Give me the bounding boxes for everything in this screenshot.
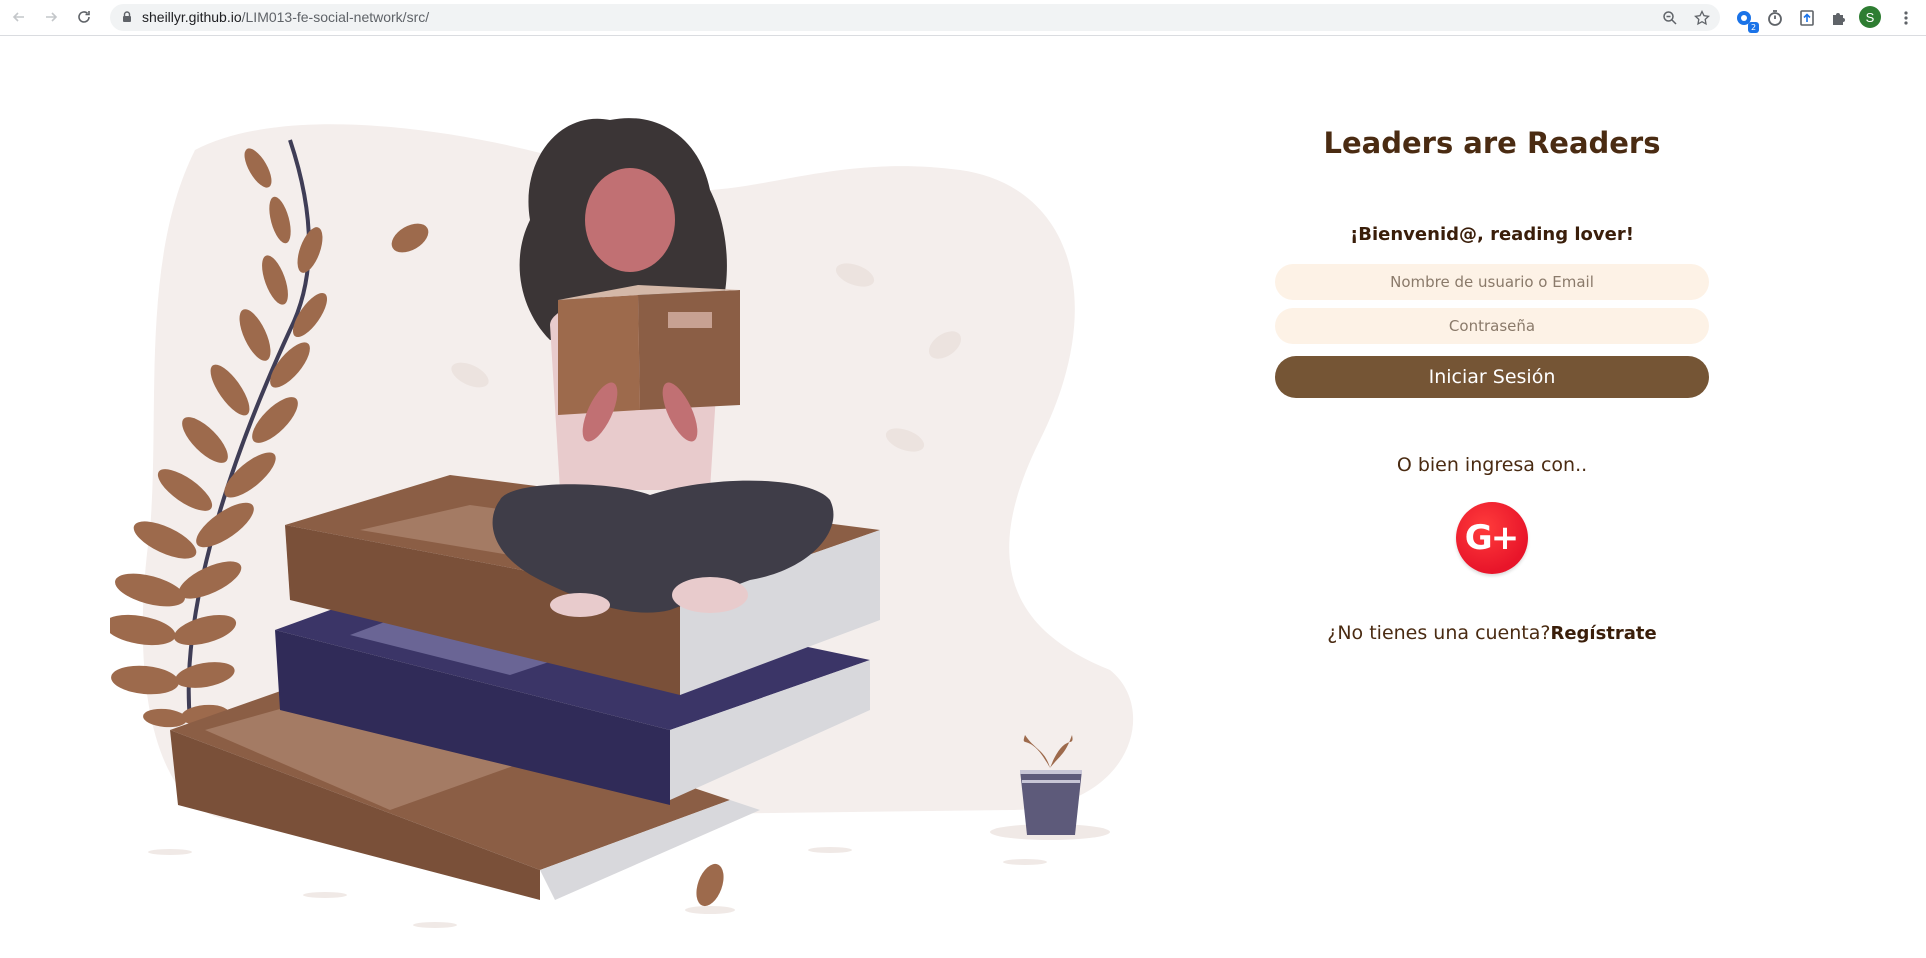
reload-icon xyxy=(78,11,90,23)
browser-toolbar: sheillyr.github.io/LIM013-fe-social-netw… xyxy=(0,0,1926,36)
shadow-dot xyxy=(1003,859,1047,865)
google-plus-icon: G+ xyxy=(1464,518,1519,558)
profile-avatar[interactable]: S xyxy=(1859,6,1881,28)
signup-link[interactable]: Regístrate xyxy=(1550,623,1656,644)
signup-row: ¿No tienes una cuenta?Regístrate xyxy=(1275,622,1709,644)
forward-button[interactable] xyxy=(40,6,62,28)
bookmark-button[interactable] xyxy=(1692,8,1712,28)
back-button[interactable] xyxy=(8,6,30,28)
shadow-dot xyxy=(148,849,192,855)
url-text: sheillyr.github.io/LIM013-fe-social-netw… xyxy=(142,9,429,25)
shadow-dot xyxy=(303,892,347,898)
star-icon xyxy=(1694,10,1710,26)
lock-icon xyxy=(123,11,131,22)
shadow-dot xyxy=(808,847,852,853)
reading-illustration xyxy=(110,118,1134,928)
browser-menu-button[interactable] xyxy=(1895,7,1917,29)
puzzle-icon xyxy=(1833,13,1845,25)
url-path: /LIM013-fe-social-network/src/ xyxy=(241,9,430,25)
arrow-left-icon xyxy=(12,12,24,22)
arrow-right-icon xyxy=(46,12,58,22)
username-input[interactable] xyxy=(1275,264,1709,300)
google-login-button[interactable]: G+ xyxy=(1456,502,1528,574)
upload-icon xyxy=(1800,10,1814,26)
welcome-message: ¡Bienvenid@, reading lover! xyxy=(1350,224,1634,245)
reload-button[interactable] xyxy=(73,6,95,28)
login-button[interactable]: Iniciar Sesión xyxy=(1275,356,1709,398)
zoom-button[interactable] xyxy=(1660,8,1680,28)
more-vert-icon xyxy=(1904,11,1908,25)
stopwatch-icon xyxy=(1768,10,1782,26)
shadow-dot xyxy=(413,922,457,928)
page-title: Leaders are Readers xyxy=(1323,126,1661,160)
zoom-icon xyxy=(1663,11,1677,25)
extension-timer-button[interactable] xyxy=(1764,7,1786,29)
extensions-menu-button[interactable] xyxy=(1828,7,1850,29)
address-bar[interactable]: sheillyr.github.io/LIM013-fe-social-netw… xyxy=(110,4,1720,31)
password-input[interactable] xyxy=(1275,308,1709,344)
extension-badge: 2 xyxy=(1748,22,1759,33)
signup-prompt: ¿No tienes una cuenta? xyxy=(1327,622,1551,644)
alt-login-text: O bien ingresa con.. xyxy=(1396,454,1588,476)
url-host: sheillyr.github.io xyxy=(142,9,242,25)
shadow-dot xyxy=(685,906,735,914)
extension-upload-button[interactable] xyxy=(1796,7,1818,29)
